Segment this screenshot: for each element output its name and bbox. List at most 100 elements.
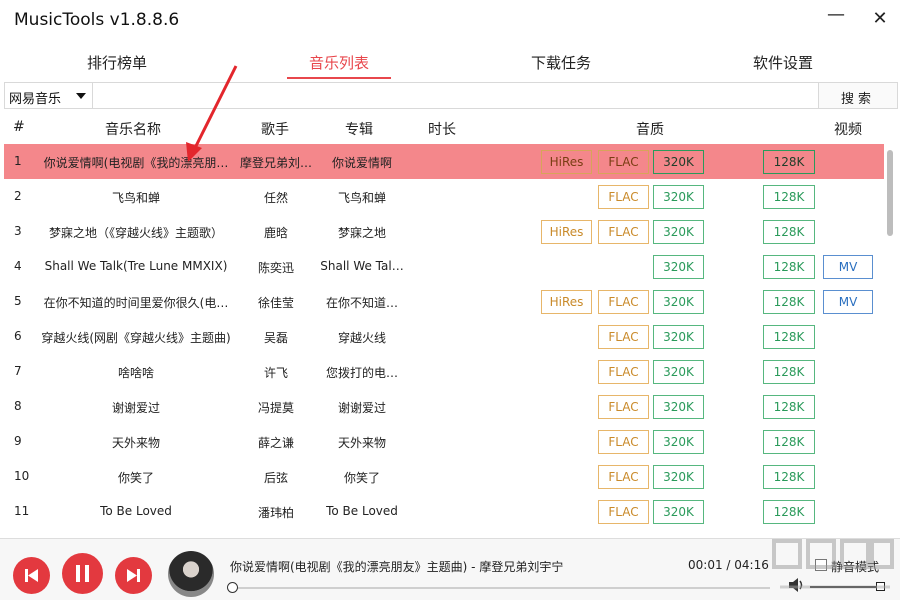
table-row[interactable]: 7 啥啥啥 许飞 您拨打的电… FLAC 320K 128K [4, 354, 884, 389]
table-row[interactable]: 3 梦寐之地（《穿越火线》主题歌） 鹿晗 梦寐之地 HiRes FLAC 320… [4, 214, 884, 249]
table-row[interactable]: 5 在你不知道的时间里爱你很久(电… 徐佳莹 在你不知道… HiRes FLAC… [4, 284, 884, 319]
song-name: 你笑了 [26, 469, 246, 486]
scrollbar-thumb[interactable] [887, 150, 893, 236]
song-album: 在你不知道… [314, 294, 410, 311]
mv-button[interactable]: MV [823, 255, 873, 279]
320k-button[interactable]: 320K [653, 465, 704, 489]
tab-settings[interactable]: 软件设置 [753, 52, 813, 73]
minimize-icon[interactable]: — [823, 4, 849, 28]
mv-button[interactable]: MV [823, 290, 873, 314]
col-artist: 歌手 [261, 119, 289, 139]
song-name: 啥啥啥 [26, 364, 246, 381]
128k-button[interactable]: 128K [763, 395, 815, 419]
table-row[interactable]: 8 谢谢爱过 冯提莫 谢谢爱过 FLAC 320K 128K [4, 389, 884, 424]
flac-button[interactable]: FLAC [598, 290, 649, 314]
320k-button[interactable]: 320K [653, 500, 704, 524]
table-header: # 音乐名称 歌手 专辑 时长 音质 视频 [0, 110, 886, 144]
320k-button[interactable]: 320K [653, 150, 704, 174]
tab-music-list[interactable]: 音乐列表 [309, 52, 369, 73]
source-select[interactable]: 网易音乐 [5, 83, 93, 108]
song-album: Shall We Tal… [314, 259, 410, 273]
flac-button[interactable]: FLAC [598, 185, 649, 209]
128k-button[interactable]: 128K [763, 325, 815, 349]
flac-button[interactable]: FLAC [598, 150, 649, 174]
flac-button[interactable]: FLAC [598, 360, 649, 384]
now-playing-title: 你说爱情啊(电视剧《我的漂亮朋友》主题曲) - 摩登兄弟刘宇宁 [230, 558, 563, 575]
128k-button[interactable]: 128K [763, 150, 815, 174]
table-row[interactable]: 1 你说爱情啊(电视剧《我的漂亮朋… 摩登兄弟刘… 你说爱情啊 HiRes FL… [4, 144, 884, 179]
128k-button[interactable]: 128K [763, 500, 815, 524]
128k-button[interactable]: 128K [763, 255, 815, 279]
128k-button[interactable]: 128K [763, 220, 815, 244]
song-list: 1 你说爱情啊(电视剧《我的漂亮朋… 摩登兄弟刘… 你说爱情啊 HiRes FL… [4, 144, 884, 537]
table-row[interactable]: 10 你笑了 后弦 你笑了 FLAC 320K 128K [4, 459, 884, 494]
progress-track[interactable] [230, 587, 770, 589]
close-icon[interactable]: ✕ [867, 8, 893, 32]
source-select-value: 网易音乐 [9, 92, 61, 107]
song-name: 天外来物 [26, 434, 246, 451]
tab-charts[interactable]: 排行榜单 [87, 52, 147, 73]
chevron-down-icon [76, 93, 86, 99]
song-name: 谢谢爱过 [26, 399, 246, 416]
hires-button[interactable]: HiRes [541, 220, 592, 244]
table-row[interactable]: 9 天外来物 薛之谦 天外来物 FLAC 320K 128K [4, 424, 884, 459]
previous-button[interactable] [13, 557, 50, 594]
table-row[interactable]: 2 飞鸟和蝉 任然 飞鸟和蝉 FLAC 320K 128K [4, 179, 884, 214]
song-artist: 冯提莫 [232, 399, 320, 416]
song-artist: 许飞 [232, 364, 320, 381]
song-name: 飞鸟和蝉 [26, 189, 246, 206]
col-name: 音乐名称 [105, 119, 161, 139]
pause-icon [62, 553, 103, 594]
song-album: 谢谢爱过 [314, 399, 410, 416]
128k-button[interactable]: 128K [763, 290, 815, 314]
hires-button[interactable]: HiRes [541, 150, 592, 174]
320k-button[interactable]: 320K [653, 220, 704, 244]
flac-button[interactable]: FLAC [598, 220, 649, 244]
song-name: 穿越火线(网剧《穿越火线》主题曲) [26, 329, 246, 346]
song-artist: 吴磊 [232, 329, 320, 346]
song-artist: 鹿晗 [232, 224, 320, 241]
song-album: 穿越火线 [314, 329, 410, 346]
128k-button[interactable]: 128K [763, 360, 815, 384]
hires-button[interactable]: HiRes [541, 290, 592, 314]
app-title: MusicTools v1.8.8.6 [14, 10, 179, 30]
song-name: Shall We Talk(Tre Lune MMXIX) [26, 259, 246, 273]
album-art [168, 551, 214, 597]
table-row[interactable]: 6 穿越火线(网剧《穿越火线》主题曲) 吴磊 穿越火线 FLAC 320K 12… [4, 319, 884, 354]
320k-button[interactable]: 320K [653, 185, 704, 209]
tab-downloads[interactable]: 下载任务 [531, 52, 591, 73]
flac-button[interactable]: FLAC [598, 465, 649, 489]
128k-button[interactable]: 128K [763, 185, 815, 209]
pause-button[interactable] [62, 553, 103, 594]
list-scrollbar[interactable] [884, 144, 898, 537]
song-artist: 任然 [232, 189, 320, 206]
320k-button[interactable]: 320K [653, 395, 704, 419]
128k-button[interactable]: 128K [763, 465, 815, 489]
playback-time: 00:01 / 04:16 [688, 558, 769, 572]
320k-button[interactable]: 320K [653, 290, 704, 314]
tab-bar: 排行榜单 音乐列表 下载任务 软件设置 [0, 44, 900, 80]
progress-knob[interactable] [227, 582, 238, 593]
table-row[interactable]: 4 Shall We Talk(Tre Lune MMXIX) 陈奕迅 Shal… [4, 249, 884, 284]
table-row[interactable]: 11 To Be Loved 潘玮柏 To Be Loved FLAC 320K… [4, 494, 884, 529]
song-name: 梦寐之地（《穿越火线》主题歌） [26, 224, 246, 241]
song-album: 飞鸟和蝉 [314, 189, 410, 206]
128k-button[interactable]: 128K [763, 430, 815, 454]
flac-button[interactable]: FLAC [598, 325, 649, 349]
song-album: 您拨打的电… [314, 364, 410, 381]
song-album: 你说爱情啊 [314, 154, 410, 171]
flac-button[interactable]: FLAC [598, 430, 649, 454]
320k-button[interactable]: 320K [653, 360, 704, 384]
320k-button[interactable]: 320K [653, 325, 704, 349]
search-button[interactable]: 搜索 [818, 83, 897, 108]
next-button[interactable] [115, 557, 152, 594]
song-album: 你笑了 [314, 469, 410, 486]
320k-button[interactable]: 320K [653, 255, 704, 279]
site-watermark [760, 535, 900, 600]
col-duration: 时长 [428, 119, 456, 139]
skip-forward-icon [115, 557, 152, 594]
song-artist: 潘玮柏 [232, 504, 320, 521]
flac-button[interactable]: FLAC [598, 500, 649, 524]
320k-button[interactable]: 320K [653, 430, 704, 454]
flac-button[interactable]: FLAC [598, 395, 649, 419]
